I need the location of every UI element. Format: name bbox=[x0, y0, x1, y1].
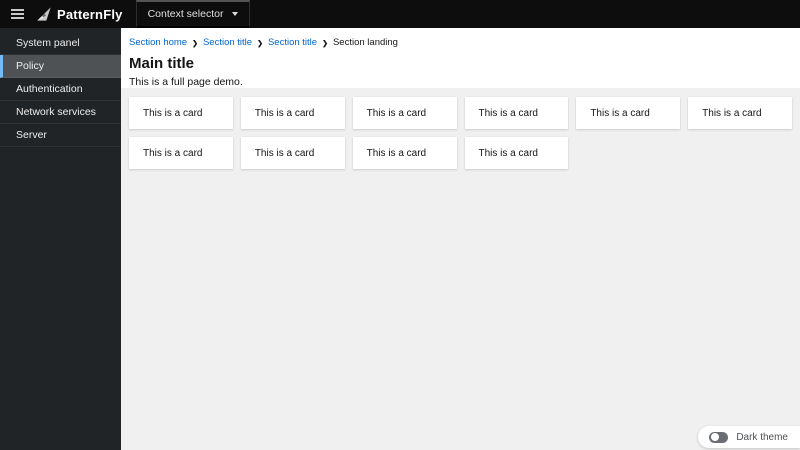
toggle-knob-icon bbox=[710, 433, 719, 441]
sidebar-item-label: Authentication bbox=[16, 83, 83, 95]
card[interactable]: This is a card bbox=[576, 97, 681, 129]
card[interactable]: This is a card bbox=[240, 97, 345, 129]
sidebar-item-label: Network services bbox=[16, 106, 96, 118]
page-title: Main title bbox=[129, 55, 195, 72]
breadcrumb-separator-icon: ❯ bbox=[192, 40, 198, 47]
dark-theme-toggle[interactable] bbox=[709, 431, 729, 443]
context-selector-label: Context selector bbox=[147, 8, 224, 20]
sidebar-nav: System panel Policy Authentication Netwo… bbox=[0, 28, 121, 450]
dark-theme-pill: Dark theme bbox=[698, 426, 800, 448]
card[interactable]: This is a card bbox=[464, 137, 569, 169]
hamburger-icon bbox=[10, 9, 24, 11]
card[interactable]: This is a card bbox=[129, 137, 233, 169]
dark-theme-label: Dark theme bbox=[736, 431, 788, 443]
card[interactable]: This is a card bbox=[129, 97, 233, 129]
breadcrumb-link[interactable]: Section title bbox=[268, 37, 317, 48]
sidebar-item-label: System panel bbox=[16, 37, 80, 49]
card[interactable]: This is a card bbox=[688, 97, 792, 129]
card-grid: This is a card This is a card This is a … bbox=[129, 97, 792, 169]
breadcrumb-link[interactable]: Section home bbox=[129, 37, 187, 48]
sidebar-item-network-services[interactable]: Network services bbox=[0, 101, 121, 124]
patternfly-logo-icon bbox=[36, 6, 52, 22]
chevron-down-icon bbox=[232, 12, 239, 16]
page-description: This is a full page demo. bbox=[129, 76, 243, 88]
sidebar-item-policy[interactable]: Policy bbox=[0, 55, 121, 78]
card[interactable]: This is a card bbox=[464, 97, 569, 129]
card[interactable]: This is a card bbox=[352, 97, 457, 129]
breadcrumb-current: Section landing bbox=[332, 37, 398, 48]
masthead: PatternFly Context selector bbox=[0, 0, 800, 28]
brand-logo[interactable]: PatternFly bbox=[36, 6, 123, 22]
sidebar-item-server[interactable]: Server bbox=[0, 124, 121, 147]
sidebar-item-label: Policy bbox=[16, 60, 45, 72]
breadcrumb-link[interactable]: Section title bbox=[203, 37, 252, 48]
breadcrumb-separator-icon: ❯ bbox=[322, 40, 328, 47]
sidebar-item-system-panel[interactable]: System panel bbox=[0, 32, 121, 55]
sidebar-item-authentication[interactable]: Authentication bbox=[0, 78, 121, 101]
sidebar-item-label: Server bbox=[16, 129, 47, 141]
content-area: This is a card This is a card This is a … bbox=[121, 88, 800, 450]
context-selector-dropdown[interactable]: Context selector bbox=[135, 0, 251, 28]
breadcrumb: Section home ❯ Section title ❯ Section t… bbox=[129, 37, 792, 48]
brand-name: PatternFly bbox=[57, 6, 123, 22]
breadcrumb-separator-icon: ❯ bbox=[257, 40, 263, 47]
nav-toggle-button[interactable] bbox=[0, 0, 34, 28]
page-header-section: Section home ❯ Section title ❯ Section t… bbox=[121, 28, 800, 88]
card[interactable]: This is a card bbox=[240, 137, 345, 169]
card[interactable]: This is a card bbox=[352, 137, 457, 169]
